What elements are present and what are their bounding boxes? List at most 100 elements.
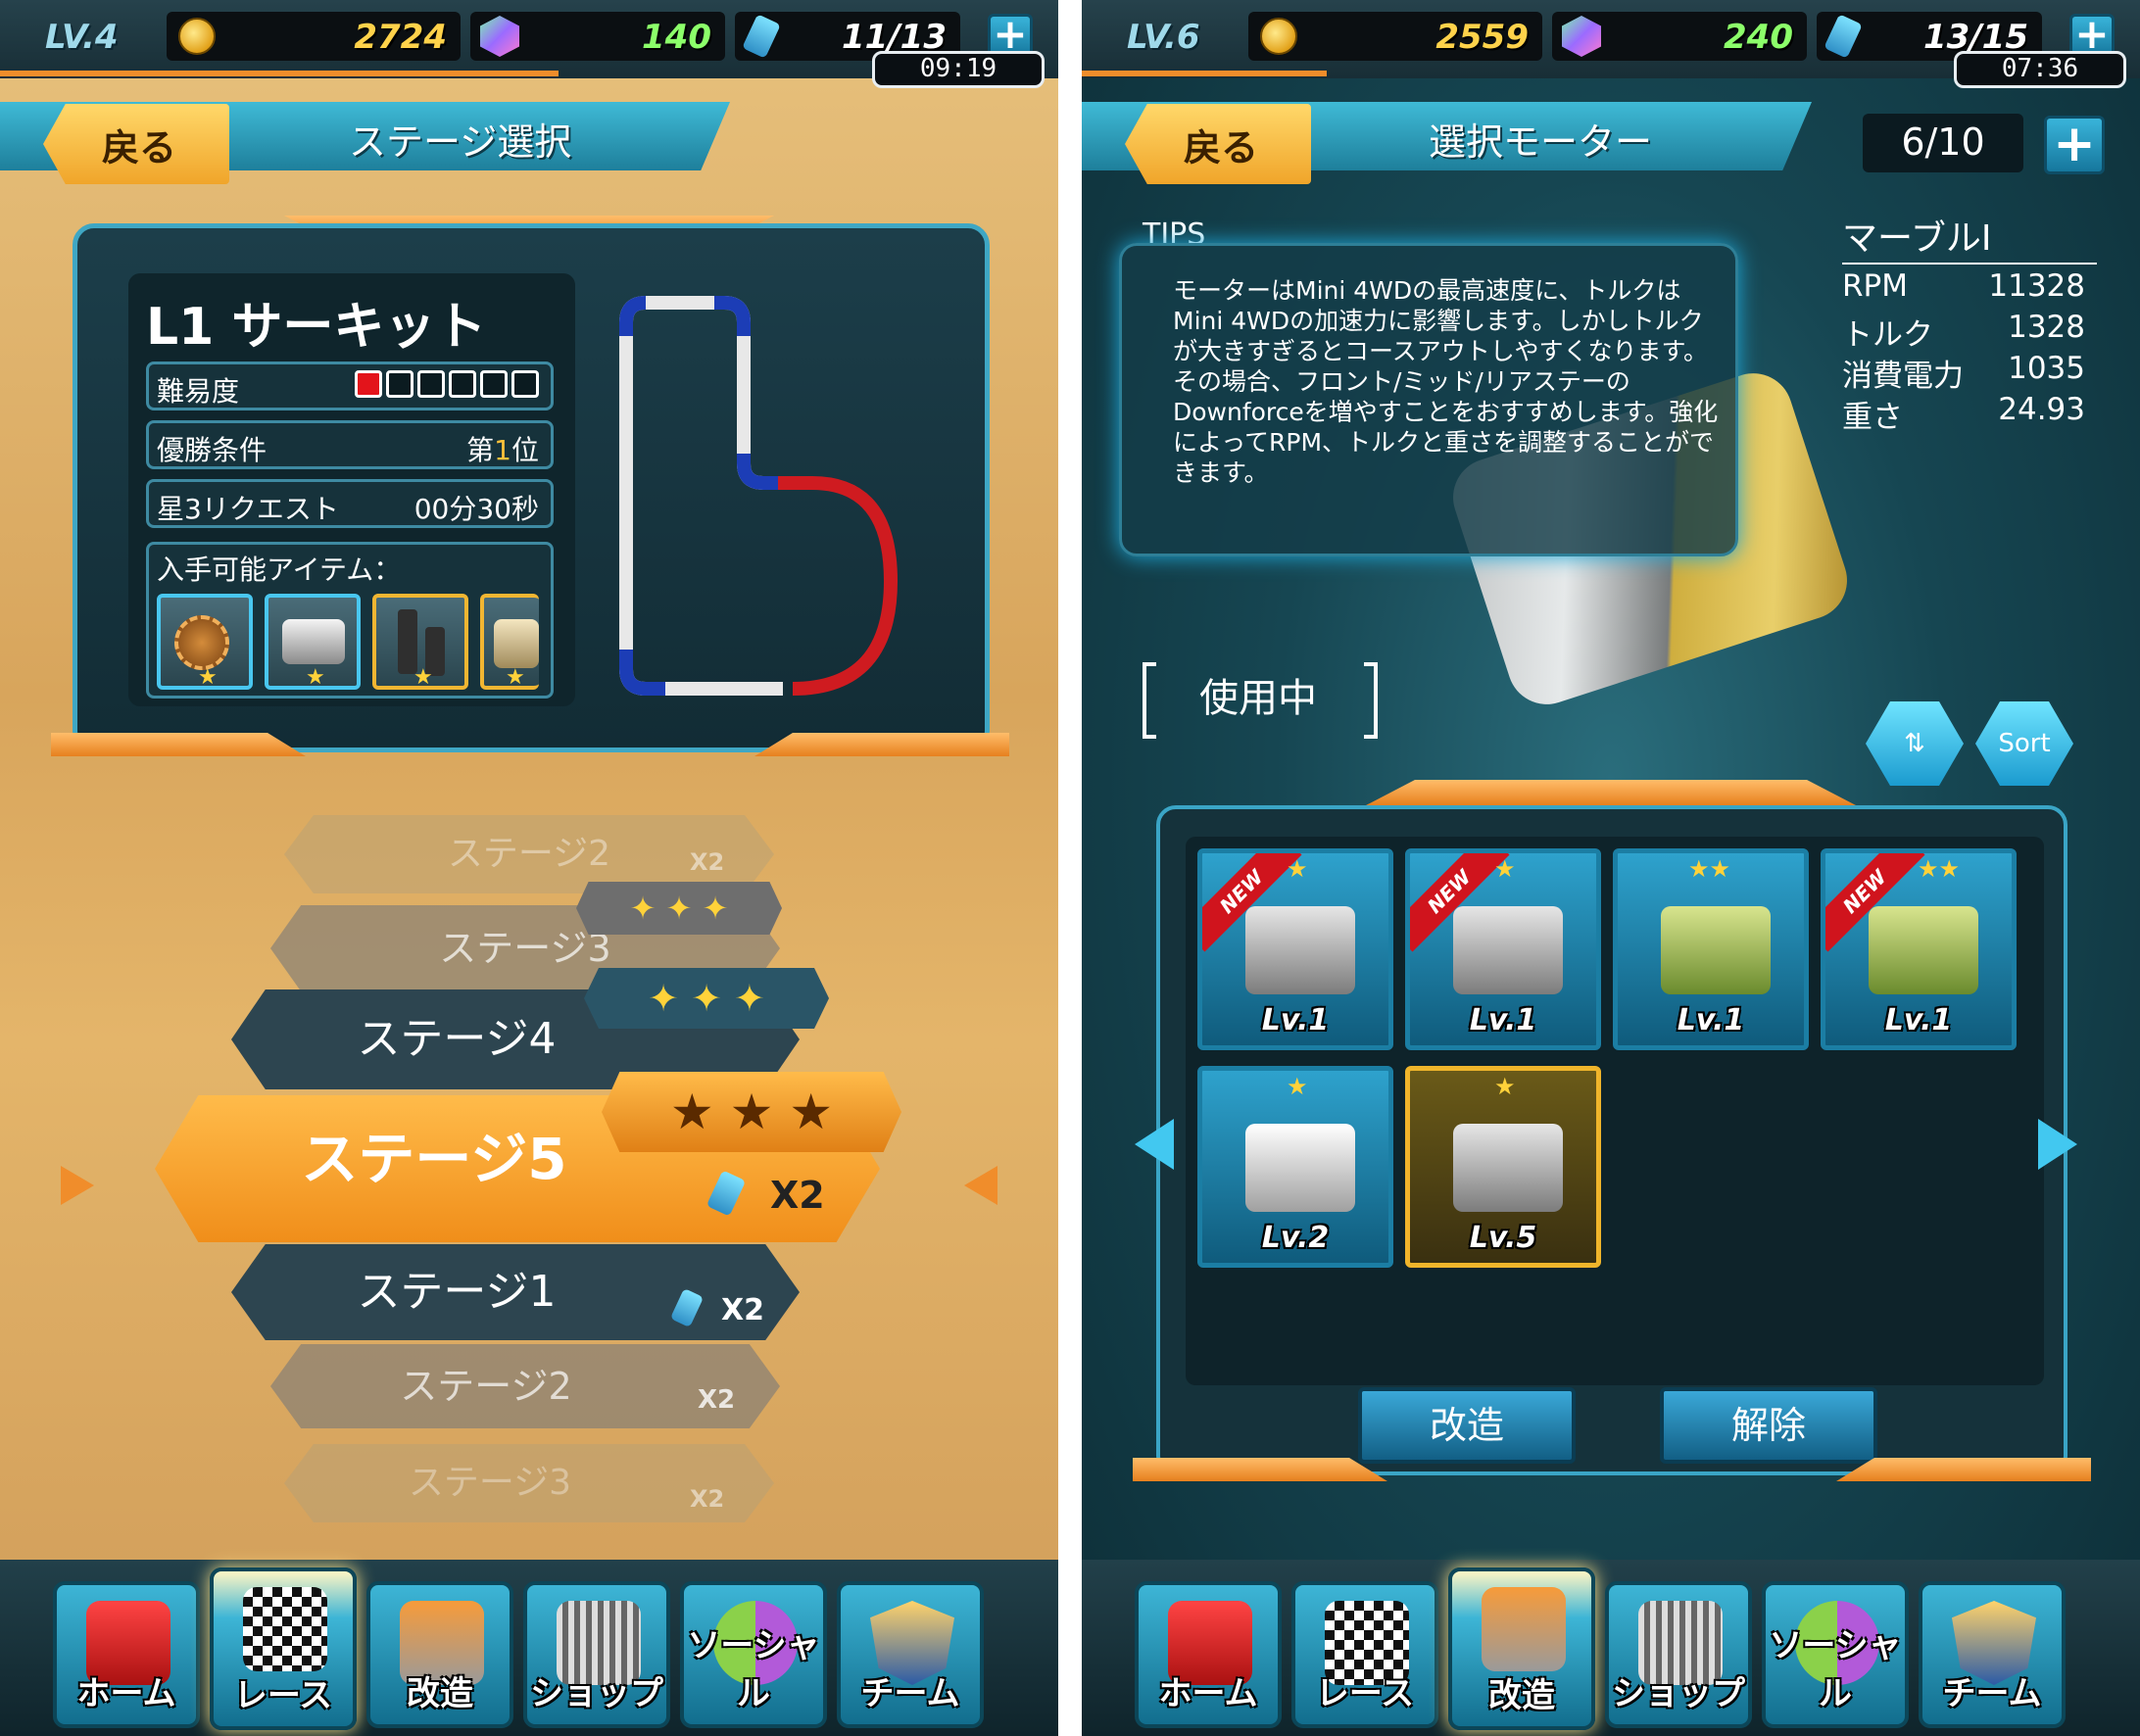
stage-label: ステージ4 <box>357 1014 557 1064</box>
nav-race[interactable]: レース <box>210 1567 357 1730</box>
back-button[interactable]: 戻る <box>1125 104 1311 184</box>
motor-icon <box>1453 906 1563 994</box>
stage-stars: ★ ★ ★ <box>602 1072 901 1152</box>
motor-icon <box>1245 906 1355 994</box>
stat-row: 重さ 24.93 <box>1842 388 2097 435</box>
nav-social[interactable]: ソーシャル <box>680 1581 827 1728</box>
difficulty-box <box>480 370 508 398</box>
stage-multiplier: X2 <box>690 848 725 876</box>
star-icon: ★ <box>306 665 325 690</box>
toolbox-icon <box>1482 1587 1566 1671</box>
item-roller[interactable]: ★ <box>480 594 539 690</box>
nav-race[interactable]: レース <box>1291 1581 1438 1728</box>
nav-team[interactable]: チーム <box>837 1581 984 1728</box>
clock: 09:19 <box>872 51 1045 88</box>
in-use-label: 使用中 <box>1199 676 1317 721</box>
checkered-flag-icon <box>243 1587 327 1671</box>
player-level: LV.4 <box>45 18 119 57</box>
scroll-left-arrow-icon[interactable] <box>964 1166 997 1205</box>
nav-label: ショップ <box>530 1674 663 1713</box>
motor-stats: マーブルI RPM 11328 トルク 1328 消費電力 1035 重さ 24.93 <box>1842 210 2097 435</box>
nav-home[interactable]: ホーム <box>1135 1581 1282 1728</box>
nav-label: レース <box>233 1676 333 1715</box>
stat-value: 1035 <box>2008 351 2085 386</box>
scroll-right-arrow-icon[interactable] <box>61 1166 94 1205</box>
grid-bottom-ornament <box>1133 1458 1387 1481</box>
track-inner <box>723 296 778 490</box>
sort-button[interactable]: Sort <box>1975 701 2073 786</box>
stage-label: ステージ5 <box>301 1126 567 1192</box>
sort-arrows-icon: ⇅ <box>1904 729 1925 758</box>
stage-item[interactable]: ステージ1 <box>231 1244 800 1340</box>
win-prefix: 第 <box>466 434 495 466</box>
track-curve <box>778 476 899 696</box>
stage-label: ステージ1 <box>357 1267 557 1317</box>
stage-stars: ✦ ✦ ✦ <box>576 882 782 935</box>
card-bottom-ornament <box>51 733 306 756</box>
nav-shop[interactable]: ショップ <box>1605 1581 1752 1728</box>
gem-value: 240 <box>1724 18 1793 57</box>
motor-level: Lv.2 <box>1261 1221 1330 1255</box>
track-corner <box>619 650 665 696</box>
prev-page-arrow-icon[interactable] <box>1135 1119 1174 1170</box>
tips-box: モーターはMini 4WDの最高速度に、トルクはMini 4WDの加速力に影響し… <box>1119 243 1738 556</box>
nav-upgrade[interactable]: 改造 <box>366 1581 513 1728</box>
motor-card[interactable]: NEW ★ Lv.1 <box>1405 848 1601 1050</box>
item-gears[interactable]: ★ <box>157 594 253 690</box>
item-motor[interactable]: ★ <box>265 594 361 690</box>
track-corner <box>737 454 778 490</box>
xp-bar <box>0 71 559 76</box>
player-level: LV.6 <box>1127 18 1200 57</box>
back-button[interactable]: 戻る <box>43 104 229 184</box>
motor-card[interactable]: ★ Lv.2 <box>1197 1066 1393 1268</box>
stage-info-card: L1 サーキット 難易度 優勝条件 第1位 星3リクエスト 00分30秒 入手可… <box>73 223 990 752</box>
stat-value: 11328 <box>1988 268 2085 304</box>
clock: 07:36 <box>1954 51 2126 88</box>
nav-label: ソーシャル <box>1769 1626 1902 1713</box>
win-condition-label: 優勝条件 <box>157 434 268 466</box>
motor-level: Lv.1 <box>1884 1003 1953 1037</box>
stage-label: ステージ2 <box>447 834 611 874</box>
item-stay[interactable]: ★ <box>372 594 468 690</box>
release-button[interactable]: 解除 <box>1660 1387 1877 1464</box>
motor-level: Lv.1 <box>1469 1003 1537 1037</box>
stage-multiplier: X2 <box>698 1385 736 1415</box>
win-condition-value: 第1位 <box>466 429 539 468</box>
nav-home[interactable]: ホーム <box>53 1581 200 1728</box>
difficulty-box <box>386 370 413 398</box>
star3-label: 星3リクエスト <box>157 493 339 525</box>
nav-label: ショップ <box>1612 1674 1745 1713</box>
nav-social[interactable]: ソーシャル <box>1762 1581 1909 1728</box>
motor-card[interactable]: NEW ★ Lv.1 <box>1197 848 1393 1050</box>
nav-label: 改造 <box>1488 1676 1555 1715</box>
expand-slots-button[interactable]: + <box>2044 116 2105 174</box>
bracket-left <box>1143 662 1156 739</box>
nav-team[interactable]: チーム <box>1919 1581 2066 1728</box>
motor-card[interactable]: NEW ★★ Lv.1 <box>1821 848 2017 1050</box>
star-icon: ★ <box>1494 1073 1516 1100</box>
motor-card-selected[interactable]: ★ Lv.5 <box>1405 1066 1601 1268</box>
track-straight <box>619 296 783 696</box>
motor-card[interactable]: ★★ Lv.1 <box>1613 848 1809 1050</box>
card-bottom-ornament <box>754 733 1009 756</box>
motor-count: 6/10 <box>1863 114 2023 172</box>
upgrade-button[interactable]: 改造 <box>1358 1387 1576 1464</box>
difficulty-meter <box>351 370 539 405</box>
next-page-arrow-icon[interactable] <box>2038 1119 2077 1170</box>
star-icon: ★★ <box>1688 855 1731 883</box>
sort-order-button[interactable]: ⇅ <box>1866 701 1964 786</box>
nav-upgrade[interactable]: 改造 <box>1448 1567 1595 1730</box>
motor-level: Lv.1 <box>1261 1003 1330 1037</box>
difficulty-box <box>355 370 382 398</box>
difficulty-box <box>449 370 476 398</box>
stage-multiplier: X2 <box>770 1174 825 1217</box>
battery-icon <box>742 14 781 59</box>
bracket-right <box>1364 662 1378 739</box>
nav-label: ソーシャル <box>687 1626 820 1713</box>
nav-shop[interactable]: ショップ <box>523 1581 670 1728</box>
gem-counter: 140 <box>470 12 725 61</box>
stage-label: ステージ3 <box>439 927 611 970</box>
star-icon: ★★ <box>1918 855 1961 883</box>
bottom-nav: ホーム レース 改造 ショップ ソーシャル チーム <box>0 1560 1058 1736</box>
difficulty-row: 難易度 <box>146 362 554 410</box>
